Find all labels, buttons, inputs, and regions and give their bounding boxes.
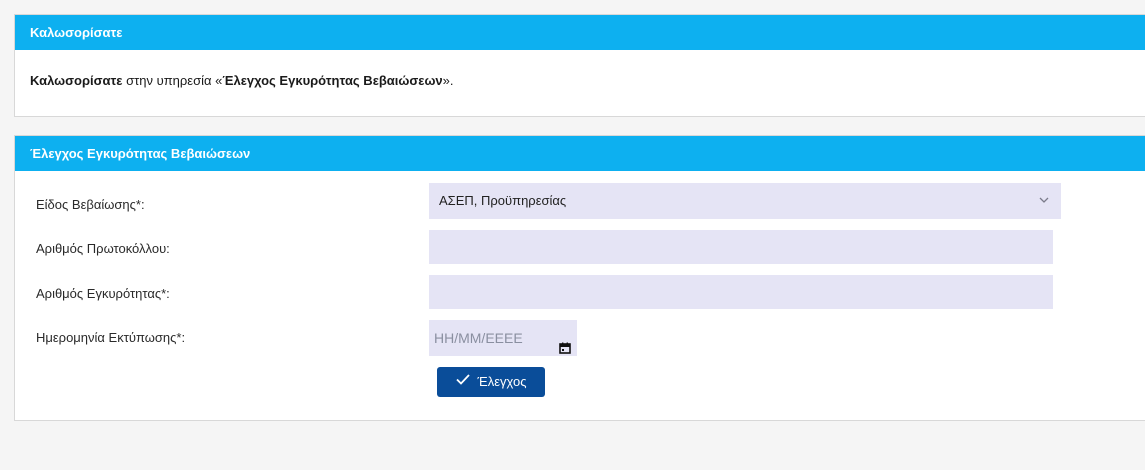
print-date-placeholder: ΗΗ/ΜΜ/ΕΕΕΕ <box>434 330 523 346</box>
validity-number-input[interactable] <box>429 275 1053 309</box>
welcome-message: Καλωσορίσατε στην υπηρεσία «Έλεγχος Εγκυ… <box>30 73 454 88</box>
certificate-type-label: Είδος Βεβαίωσης*: <box>36 197 145 212</box>
certificate-type-selected-value: ΑΣΕΠ, Προϋπηρεσίας <box>439 193 567 208</box>
check-icon <box>455 366 470 396</box>
validity-check-panel: Έλεγχος Εγκυρότητας Βεβαιώσεων Είδος Βεβ… <box>14 135 1145 421</box>
certificate-type-select[interactable]: ΑΣΕΠ, Προϋπηρεσίας <box>429 183 1061 219</box>
protocol-number-label: Αριθμός Πρωτοκόλλου: <box>36 241 170 256</box>
welcome-message-text: στην υπηρεσία « <box>122 73 223 88</box>
protocol-number-input[interactable] <box>429 230 1053 264</box>
print-date-input[interactable]: ΗΗ/ΜΜ/ΕΕΕΕ <box>429 320 577 356</box>
print-date-label: Ημερομηνία Εκτύπωσης*: <box>36 330 186 345</box>
welcome-panel: Καλωσορίσατε Καλωσορίσατε στην υπηρεσία … <box>14 14 1145 117</box>
check-button[interactable]: Έλεγχος <box>437 367 545 397</box>
page: Καλωσορίσατε Καλωσορίσατε στην υπηρεσία … <box>0 0 1145 470</box>
chevron-down-icon <box>1039 183 1049 219</box>
validity-check-panel-header: Έλεγχος Εγκυρότητας Βεβαιώσεων <box>15 136 1145 171</box>
welcome-panel-header: Καλωσορίσατε <box>15 15 1145 50</box>
check-button-label: Έλεγχος <box>477 374 527 389</box>
validity-number-label: Αριθμός Εγκυρότητας*: <box>36 286 170 301</box>
welcome-message-bold-greeting: Καλωσορίσατε <box>30 73 123 88</box>
calendar-icon[interactable] <box>559 331 571 354</box>
welcome-message-end: ». <box>442 73 454 88</box>
welcome-message-service-name: Έλεγχος Εγκυρότητας Βεβαιώσεων <box>222 73 443 88</box>
